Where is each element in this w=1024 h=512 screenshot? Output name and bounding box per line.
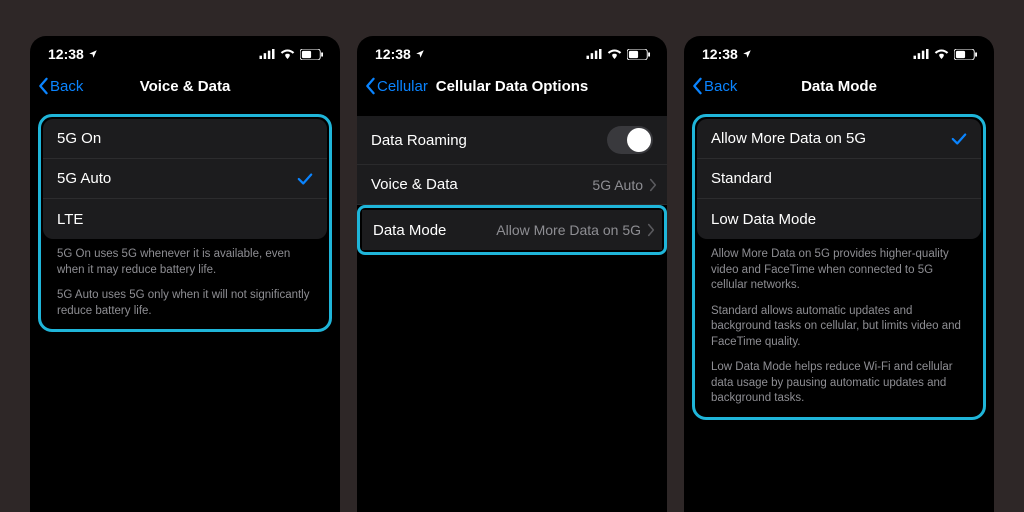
row-label: Voice & Data	[371, 176, 458, 193]
battery-icon	[627, 49, 651, 60]
cellular-signal-icon	[586, 49, 602, 59]
content: Data Roaming Voice & Data 5G Auto Data M…	[357, 116, 667, 255]
option-label: LTE	[57, 211, 83, 228]
nav-bar: Cellular Cellular Data Options	[357, 68, 667, 108]
back-label: Back	[50, 78, 83, 95]
highlight-box: Data Mode Allow More Data on 5G	[357, 205, 667, 255]
cellular-signal-icon	[913, 49, 929, 59]
wifi-icon	[607, 49, 622, 60]
back-button[interactable]: Back	[690, 77, 737, 95]
status-time: 12:38	[375, 46, 411, 62]
status-time: 12:38	[702, 46, 738, 62]
phone-cellular-data-options: 12:38 Cellular Cellular Data Options	[357, 36, 667, 512]
back-label: Cellular	[377, 78, 428, 95]
location-icon	[415, 49, 425, 59]
content: Allow More Data on 5G Standard Low Data …	[684, 114, 994, 420]
back-label: Back	[704, 78, 737, 95]
wifi-icon	[280, 49, 295, 60]
option-label: Low Data Mode	[711, 211, 816, 228]
status-bar: 12:38	[684, 36, 994, 68]
option-allow-more-data[interactable]: Allow More Data on 5G	[697, 119, 981, 159]
footer-text-1: Allow More Data on 5G provides higher-qu…	[697, 239, 981, 302]
option-lte[interactable]: LTE	[43, 199, 327, 239]
checkmark-icon	[297, 172, 313, 186]
row-label: Data Roaming	[371, 132, 467, 149]
nav-bar: Back Voice & Data	[30, 68, 340, 108]
option-label: Allow More Data on 5G	[711, 130, 866, 147]
option-label: 5G Auto	[57, 170, 111, 187]
cellular-signal-icon	[259, 49, 275, 59]
battery-icon	[300, 49, 324, 60]
back-button[interactable]: Cellular	[363, 77, 428, 95]
status-time: 12:38	[48, 46, 84, 62]
option-label: 5G On	[57, 130, 101, 147]
option-5g-auto[interactable]: 5G Auto	[43, 159, 327, 199]
checkmark-icon	[951, 132, 967, 146]
row-value: Allow More Data on 5G	[496, 222, 641, 238]
footer-text-2: 5G Auto uses 5G only when it will not si…	[43, 286, 327, 327]
row-value: 5G Auto	[592, 177, 643, 193]
toggle-data-roaming[interactable]	[607, 126, 653, 154]
option-low-data-mode[interactable]: Low Data Mode	[697, 199, 981, 239]
highlight-box: Allow More Data on 5G Standard Low Data …	[692, 114, 986, 420]
chevron-left-icon	[363, 77, 377, 95]
chevron-right-icon	[649, 178, 657, 192]
option-5g-on[interactable]: 5G On	[43, 119, 327, 159]
row-voice-and-data[interactable]: Voice & Data 5G Auto	[357, 165, 667, 205]
phone-data-mode: 12:38 Back Data Mode	[684, 36, 994, 512]
footer-text-3: Low Data Mode helps reduce Wi-Fi and cel…	[697, 358, 981, 415]
row-data-roaming[interactable]: Data Roaming	[357, 116, 667, 165]
toggle-knob	[627, 128, 651, 152]
location-icon	[742, 49, 752, 59]
back-button[interactable]: Back	[36, 77, 83, 95]
content: 5G On 5G Auto LTE 5G On uses 5G whenever…	[30, 114, 340, 332]
status-bar: 12:38	[357, 36, 667, 68]
option-standard[interactable]: Standard	[697, 159, 981, 199]
row-label: Data Mode	[373, 222, 446, 239]
option-label: Standard	[711, 170, 772, 187]
phone-voice-and-data: 12:38 Back Voice & Data	[30, 36, 340, 512]
status-bar: 12:38	[30, 36, 340, 68]
battery-icon	[954, 49, 978, 60]
chevron-left-icon	[36, 77, 50, 95]
highlight-box: 5G On 5G Auto LTE 5G On uses 5G whenever…	[38, 114, 332, 332]
chevron-right-icon	[647, 223, 655, 237]
footer-text-2: Standard allows automatic updates and ba…	[697, 302, 981, 359]
location-icon	[88, 49, 98, 59]
row-data-mode[interactable]: Data Mode Allow More Data on 5G	[362, 210, 662, 250]
wifi-icon	[934, 49, 949, 60]
nav-bar: Back Data Mode	[684, 68, 994, 108]
chevron-left-icon	[690, 77, 704, 95]
footer-text-1: 5G On uses 5G whenever it is available, …	[43, 239, 327, 286]
